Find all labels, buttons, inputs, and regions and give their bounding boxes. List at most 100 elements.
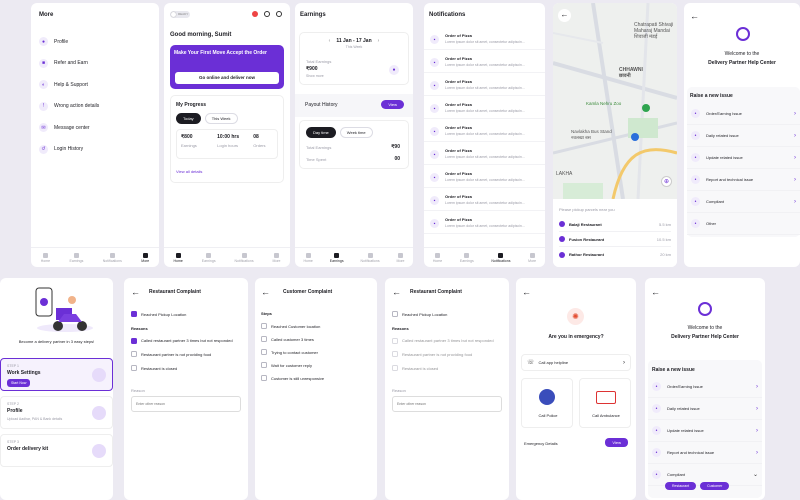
- nav-notifications[interactable]: Notifications: [103, 252, 122, 263]
- map-label-zoo: Kamla Nehru Zoo: [586, 101, 622, 106]
- nav-more[interactable]: More: [141, 252, 149, 263]
- notification-item[interactable]: ▪ Order of Pizza Lorem ipsum dolor sit ame…: [424, 211, 545, 234]
- reason-item[interactable]: Called restaurant partner 3 times but no…: [131, 338, 241, 344]
- reason-item[interactable]: Restaurant is closed: [131, 365, 241, 371]
- day-earnings-card: Day time Week time Total Earnings ₹90 Ti…: [299, 120, 409, 169]
- tab-today[interactable]: Today: [176, 113, 201, 124]
- emergency-view-button[interactable]: View: [605, 438, 628, 447]
- total-earnings-value: ₹900: [306, 66, 318, 72]
- menu-item-wrong-action[interactable]: ! Wrong action details: [39, 96, 151, 118]
- police-icon: [539, 389, 555, 405]
- issue-item[interactable]: • Compliant ›: [687, 191, 800, 213]
- view-all-link[interactable]: View all details: [176, 169, 202, 174]
- nav-notifications[interactable]: Notifications: [361, 252, 380, 263]
- issue-item[interactable]: • Other: [687, 213, 800, 235]
- step-item[interactable]: Trying to contact customer: [261, 349, 373, 355]
- issue-item[interactable]: • Update related issue ›: [687, 147, 800, 169]
- profile-icon[interactable]: [276, 11, 282, 17]
- online-toggle[interactable]: READY: [170, 11, 190, 18]
- nav-more[interactable]: More: [397, 252, 405, 263]
- reached-pickup-checkbox[interactable]: Reached Pickup Location: [131, 311, 186, 317]
- home-screen: READY Good morning, Sumit Make Your Firs…: [164, 3, 290, 267]
- back-icon[interactable]: ←: [522, 288, 531, 297]
- reason-item[interactable]: Restaurant partner is not providing food: [131, 351, 241, 357]
- nav-earnings[interactable]: Earnings: [330, 252, 344, 263]
- pickup-item[interactable]: Balaji Restaurant 5.5 km: [559, 217, 671, 232]
- menu-item-message[interactable]: ✉ Message center: [39, 117, 151, 139]
- back-icon[interactable]: ←: [690, 12, 699, 21]
- issue-item[interactable]: • Order/Earning Issue ›: [648, 376, 762, 398]
- step-item[interactable]: Customer is still unresponsive: [261, 375, 373, 381]
- reason-input[interactable]: [131, 396, 241, 412]
- issue-item[interactable]: • Update related issue ›: [648, 420, 762, 442]
- step-delivery-kit[interactable]: STEP 3 Order delivery kit: [0, 434, 113, 467]
- sos-icon[interactable]: [252, 11, 258, 17]
- menu-item-help[interactable]: ◐ Help & Support: [39, 74, 151, 96]
- nav-home[interactable]: Home: [303, 252, 313, 263]
- pickup-item[interactable]: Fusion Restaurant 10.5 km: [559, 232, 671, 247]
- customer-chip[interactable]: Customer: [700, 482, 730, 490]
- tab-this-week[interactable]: This Week: [204, 113, 238, 124]
- step-profile[interactable]: STEP 2 Profile Upload Aadhar, PAN & Bank…: [0, 396, 113, 429]
- nav-earnings[interactable]: Earnings: [460, 252, 474, 263]
- nav-home[interactable]: Home: [173, 252, 183, 263]
- menu-item-login-history[interactable]: ↺ Login History: [39, 139, 151, 161]
- step-item[interactable]: Wait for customer reply: [261, 362, 373, 368]
- bottom-nav: Home Earnings Notifications More: [164, 247, 290, 267]
- reason-input[interactable]: [392, 396, 502, 412]
- chat-icon: ▪: [430, 81, 439, 90]
- nav-more[interactable]: More: [273, 252, 281, 263]
- prev-week-icon[interactable]: ‹: [329, 38, 331, 44]
- notification-item[interactable]: ▪ Order of Pizza Lorem ipsum dolor sit ame…: [424, 96, 545, 119]
- call-police-card[interactable]: Call Police: [521, 378, 573, 428]
- notification-item[interactable]: ▪ Order of Pizza Lorem ipsum dolor sit ame…: [424, 27, 545, 50]
- next-week-icon[interactable]: ›: [378, 38, 380, 44]
- notification-item[interactable]: ▪ Order of Pizza Lorem ipsum dolor sit ame…: [424, 50, 545, 73]
- nav-earnings[interactable]: Earnings: [70, 252, 83, 263]
- call-ambulance-card[interactable]: Call Ambulance: [579, 378, 631, 428]
- restaurant-chip[interactable]: Restaurant: [665, 482, 697, 490]
- restaurant-complaint-screen-2: ← Restaurant Complaint Reached Pickup Lo…: [385, 278, 509, 500]
- issue-item[interactable]: • Order/Earning Issue ›: [687, 103, 800, 125]
- issue-item[interactable]: • Report and technical issue ›: [687, 169, 800, 191]
- nav-home[interactable]: Home: [433, 252, 442, 263]
- payout-view-button[interactable]: View: [381, 100, 404, 109]
- back-icon[interactable]: ←: [558, 9, 571, 22]
- notification-item[interactable]: ▪ Order of Pizza Lorem ipsum dolor sit ame…: [424, 73, 545, 96]
- tab-week-time[interactable]: Week time: [339, 127, 373, 138]
- nav-notifications[interactable]: Notifications: [491, 252, 510, 263]
- back-icon[interactable]: ←: [392, 288, 401, 297]
- nav-more[interactable]: More: [528, 252, 536, 263]
- ambulance-icon: [596, 391, 616, 404]
- notification-item[interactable]: ▪ Order of Pizza Lorem ipsum dolor sit ame…: [424, 165, 545, 188]
- nav-earnings[interactable]: Earnings: [202, 252, 216, 263]
- menu-item-refer[interactable]: ■ Refer and Earn: [39, 53, 151, 75]
- step-work-settings[interactable]: STEP 1 Work Settings Start Now: [0, 358, 113, 391]
- notification-item[interactable]: ▪ Order of Pizza Lorem ipsum dolor sit ame…: [424, 188, 545, 211]
- map-view[interactable]: Chatrapati Shivaji Maharaj Mandai शिवाजी म…: [553, 3, 677, 200]
- issue-item[interactable]: • Report and technical issue ›: [648, 442, 762, 464]
- nav-home[interactable]: Home: [41, 252, 50, 263]
- step-item[interactable]: Reached Customer location: [261, 323, 373, 329]
- notification-item[interactable]: ▪ Order of Pizza Lorem ipsum dolor sit ame…: [424, 142, 545, 165]
- go-online-button[interactable]: Go online and deliver now: [175, 72, 279, 84]
- back-icon[interactable]: ←: [131, 288, 140, 297]
- issue-item[interactable]: • Daily related issue ›: [648, 398, 762, 420]
- nav-notifications[interactable]: Notifications: [235, 252, 254, 263]
- raise-issue-card: Raise a new issue • Order/Earning Issue › •…: [687, 87, 800, 237]
- back-icon[interactable]: ←: [651, 288, 660, 297]
- locate-icon[interactable]: ⊕: [661, 176, 672, 187]
- tab-day-time[interactable]: Day time: [306, 127, 336, 138]
- date-selector: ‹ 11 Jan - 17 Jan ›: [328, 38, 380, 44]
- back-icon[interactable]: ←: [261, 288, 270, 297]
- menu-item-profile[interactable]: ● Profile: [39, 31, 151, 53]
- issue-item[interactable]: • Daily related issue ›: [687, 125, 800, 147]
- notification-item[interactable]: ▪ Order of Pizza Lorem ipsum dolor sit ame…: [424, 119, 545, 142]
- call-helpline-row[interactable]: ☏ Call app helpline ›: [521, 354, 631, 371]
- start-now-button[interactable]: Start Now: [7, 379, 31, 387]
- step-item[interactable]: Called customer 3 times: [261, 336, 373, 342]
- show-more-link[interactable]: Show more: [306, 74, 324, 78]
- pickup-item[interactable]: Rathor Restaurant 20 km: [559, 247, 671, 262]
- settings-icon[interactable]: [264, 11, 270, 17]
- reached-pickup-checkbox[interactable]: Reached Pickup Location: [392, 311, 447, 317]
